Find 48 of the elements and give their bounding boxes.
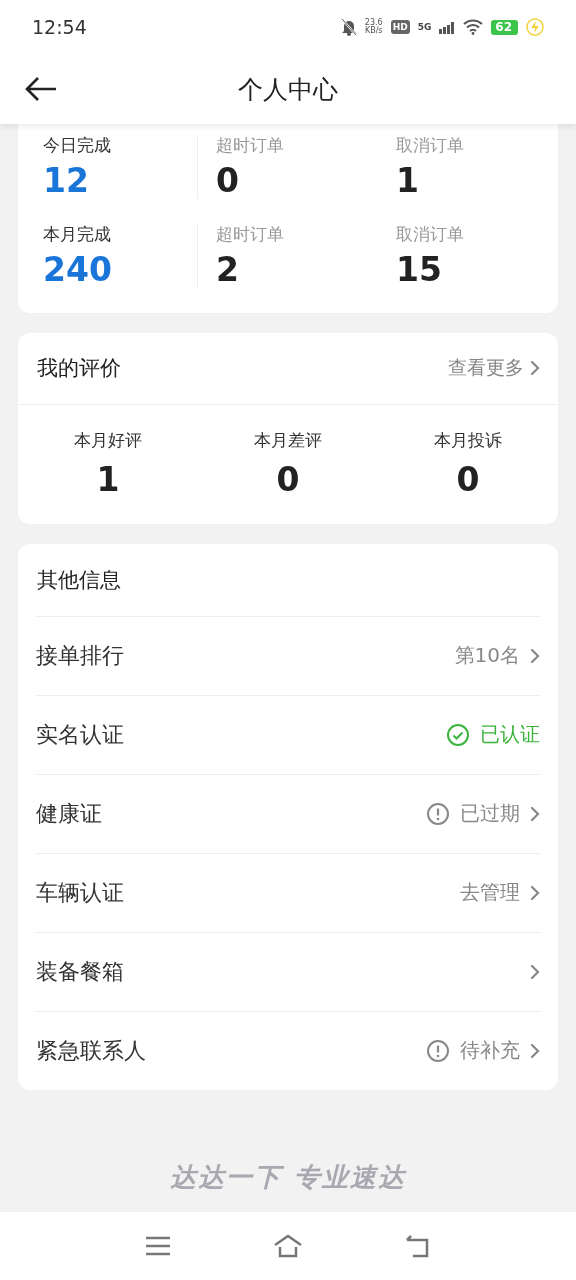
check-circle-icon bbox=[446, 722, 470, 747]
section-title: 我的评价 bbox=[37, 355, 121, 383]
wifi-icon bbox=[463, 19, 484, 35]
row-status-link[interactable]: 待补充 bbox=[426, 1037, 540, 1065]
speed-value: 23.6 bbox=[364, 19, 383, 27]
row-label: 健康证 bbox=[36, 799, 102, 828]
slogan: 达达一下 专业速达 bbox=[170, 1160, 406, 1194]
stat-label: 取消订单 bbox=[396, 223, 465, 247]
stat-label: 超时订单 bbox=[216, 134, 285, 157]
stat-value: 15 bbox=[396, 252, 443, 289]
stat-value: 2 bbox=[216, 252, 240, 289]
section-title: 其他信息 bbox=[37, 566, 121, 594]
exclamation-circle-icon bbox=[426, 801, 450, 826]
row-label: 车辆认证 bbox=[36, 878, 124, 907]
stat-value: 240 bbox=[43, 252, 113, 289]
row-label: 装备餐箱 bbox=[36, 957, 124, 986]
row-status-link[interactable]: 去管理 bbox=[460, 879, 540, 907]
row-status-link[interactable]: 已过期 bbox=[426, 800, 540, 828]
status-time: 12:54 bbox=[32, 16, 87, 38]
hd-badge: HD bbox=[390, 20, 410, 34]
row-label: 紧急联系人 bbox=[36, 1036, 146, 1065]
stat-value: 1 bbox=[396, 163, 420, 200]
stat-label: 超时订单 bbox=[216, 223, 285, 247]
row-label: 实名认证 bbox=[36, 720, 124, 749]
bell-off-icon bbox=[340, 18, 357, 36]
exclamation-circle-icon bbox=[426, 1038, 450, 1063]
chevron-right-icon bbox=[530, 360, 540, 377]
row-status-link[interactable]: 已认证 bbox=[446, 721, 540, 749]
network-label: 5G bbox=[417, 22, 432, 32]
stat-value: 0 bbox=[216, 163, 240, 200]
view-more-link[interactable]: 查看更多 bbox=[448, 355, 540, 382]
review-label: 本月投诉 bbox=[434, 428, 502, 452]
review-count: 0 bbox=[276, 461, 300, 498]
review-count: 1 bbox=[96, 461, 120, 498]
review-label: 本月差评 bbox=[254, 428, 322, 452]
charging-icon bbox=[526, 18, 544, 36]
signal-icon bbox=[439, 20, 456, 34]
speed-unit: KB/s bbox=[364, 27, 383, 35]
stat-label: 今日完成 bbox=[43, 134, 112, 157]
stat-label: 取消订单 bbox=[396, 134, 465, 157]
row-status-link[interactable]: 第10名 bbox=[454, 642, 540, 670]
row-label: 接单排行 bbox=[36, 641, 124, 670]
review-count: 0 bbox=[456, 461, 480, 498]
review-label: 本月好评 bbox=[74, 428, 142, 452]
page-title: 个人中心 bbox=[238, 73, 338, 106]
stat-value: 12 bbox=[43, 163, 90, 200]
stat-label: 本月完成 bbox=[43, 223, 112, 247]
battery-level: 62 bbox=[491, 19, 518, 35]
